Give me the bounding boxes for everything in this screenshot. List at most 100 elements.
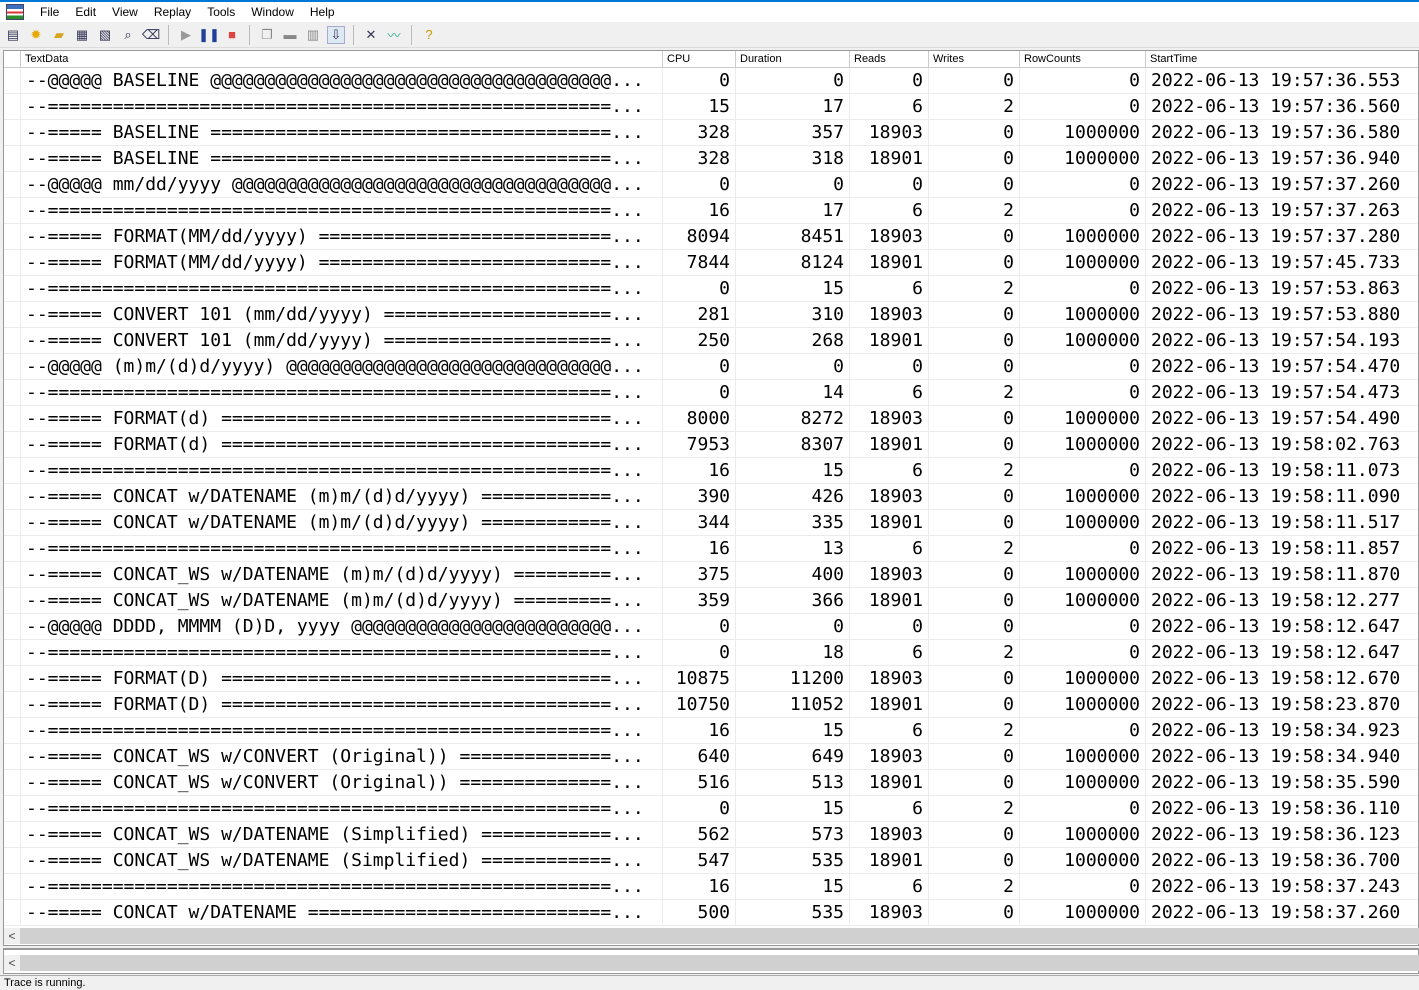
open-folder-icon[interactable]: ▰	[50, 26, 68, 44]
column-header-textdata[interactable]: TextData	[21, 51, 663, 67]
column-header-writes[interactable]: Writes	[929, 51, 1020, 67]
table-row[interactable]: --===== CONVERT 101 (mm/dd/yyyy) =======…	[4, 302, 1418, 328]
table-row[interactable]: --@@@@@ BASELINE @@@@@@@@@@@@@@@@@@@@@@@…	[4, 68, 1418, 94]
row-selector[interactable]	[4, 146, 21, 171]
table-row[interactable]: --@@@@@ DDDD, MMMM (D)D, yyyy @@@@@@@@@@…	[4, 614, 1418, 640]
scroll-left-button[interactable]: <	[4, 928, 20, 944]
activity-monitor-icon[interactable]: ✕	[362, 26, 380, 44]
table-row[interactable]: --===== FORMAT(d) ======================…	[4, 406, 1418, 432]
properties-icon[interactable]: ▧	[96, 26, 114, 44]
table-row[interactable]: --======================================…	[4, 796, 1418, 822]
table-row[interactable]: --===== CONCAT_WS w/DATENAME (m)m/(d)d/y…	[4, 562, 1418, 588]
row-selector[interactable]	[4, 458, 21, 483]
table-row[interactable]: --===== FORMAT(D) ======================…	[4, 666, 1418, 692]
column-header-duration[interactable]: Duration	[736, 51, 850, 67]
row-selector[interactable]	[4, 276, 21, 301]
table-row[interactable]: --===== CONCAT_WS w/DATENAME (Simplified…	[4, 822, 1418, 848]
row-selector[interactable]	[4, 380, 21, 405]
row-selector[interactable]	[4, 900, 21, 925]
row-selector[interactable]	[4, 588, 21, 613]
table-row[interactable]: --===== CONCAT w/DATENAME (m)m/(d)d/yyyy…	[4, 510, 1418, 536]
table-row[interactable]: --@@@@@ mm/dd/yyyy @@@@@@@@@@@@@@@@@@@@@…	[4, 172, 1418, 198]
row-selector[interactable]	[4, 354, 21, 379]
row-selector[interactable]	[4, 68, 21, 93]
row-selector[interactable]	[4, 406, 21, 431]
tile-horizontal-icon[interactable]: ▬	[281, 26, 299, 44]
row-selector[interactable]	[4, 718, 21, 743]
row-selector[interactable]	[4, 822, 21, 847]
open-table-icon[interactable]: ▦	[73, 26, 91, 44]
table-row[interactable]: --===== CONVERT 101 (mm/dd/yyyy) =======…	[4, 328, 1418, 354]
table-row[interactable]: --===== CONCAT_WS w/CONVERT (Original)) …	[4, 744, 1418, 770]
row-selector[interactable]	[4, 666, 21, 691]
detail-horizontal-scrollbar[interactable]: <	[4, 955, 1419, 971]
help-icon[interactable]: ?	[420, 26, 438, 44]
row-selector[interactable]	[4, 640, 21, 665]
menu-edit[interactable]: Edit	[67, 5, 104, 19]
tile-vertical-icon[interactable]: ▥	[304, 26, 322, 44]
row-selector[interactable]	[4, 614, 21, 639]
row-selector[interactable]	[4, 432, 21, 457]
table-row[interactable]: --======================================…	[4, 718, 1418, 744]
menu-replay[interactable]: Replay	[146, 5, 199, 19]
row-selector[interactable]	[4, 302, 21, 327]
table-row[interactable]: --======================================…	[4, 536, 1418, 562]
row-selector[interactable]	[4, 692, 21, 717]
row-selector[interactable]	[4, 770, 21, 795]
menu-view[interactable]: View	[104, 5, 146, 19]
row-selector[interactable]	[4, 328, 21, 353]
scroll-left-button[interactable]: <	[4, 955, 20, 971]
table-row[interactable]: --======================================…	[4, 276, 1418, 302]
row-selector[interactable]	[4, 120, 21, 145]
table-row[interactable]: --======================================…	[4, 380, 1418, 406]
pause-icon[interactable]: ❚❚	[198, 26, 220, 44]
table-row[interactable]: --@@@@@ (m)m/(d)d/yyyy) @@@@@@@@@@@@@@@@…	[4, 354, 1418, 380]
table-row[interactable]: --======================================…	[4, 198, 1418, 224]
table-row[interactable]: --======================================…	[4, 640, 1418, 666]
table-row[interactable]: --======================================…	[4, 94, 1418, 120]
row-selector[interactable]	[4, 510, 21, 535]
table-row[interactable]: --===== CONCAT_WS w/DATENAME (m)m/(d)d/y…	[4, 588, 1418, 614]
row-selector[interactable]	[4, 874, 21, 899]
row-selector[interactable]	[4, 796, 21, 821]
table-row[interactable]: --===== FORMAT(D) ======================…	[4, 692, 1418, 718]
column-header-cpu[interactable]: CPU	[663, 51, 736, 67]
trace-grid[interactable]: TextData CPU Duration Reads Writes RowCo…	[3, 50, 1419, 946]
table-row[interactable]: --===== FORMAT(d) ======================…	[4, 432, 1418, 458]
table-row[interactable]: --===== CONCAT_WS w/CONVERT (Original)) …	[4, 770, 1418, 796]
clear-trace-icon[interactable]: ⌫	[142, 26, 160, 44]
table-row[interactable]: --===== BASELINE =======================…	[4, 146, 1418, 172]
column-header-rowcounts[interactable]: RowCounts	[1020, 51, 1146, 67]
column-header-starttime[interactable]: StartTime	[1146, 51, 1418, 67]
new-template-icon[interactable]: ✹	[27, 26, 45, 44]
row-selector[interactable]	[4, 198, 21, 223]
table-row[interactable]: --===== FORMAT(MM/dd/yyyy) =============…	[4, 224, 1418, 250]
row-selector[interactable]	[4, 536, 21, 561]
performance-monitor-icon[interactable]: 〰	[385, 26, 403, 44]
table-row[interactable]: --===== BASELINE =======================…	[4, 120, 1418, 146]
row-selector[interactable]	[4, 562, 21, 587]
row-selector[interactable]	[4, 224, 21, 249]
find-icon[interactable]: ⌕	[119, 26, 137, 44]
table-row[interactable]: --======================================…	[4, 458, 1418, 484]
menu-help[interactable]: Help	[302, 5, 343, 19]
grid-horizontal-scrollbar[interactable]: <	[4, 928, 1419, 944]
row-selector[interactable]	[4, 484, 21, 509]
auto-scroll-icon[interactable]: ⇩	[327, 25, 345, 44]
table-row[interactable]: --===== CONCAT w/DATENAME (m)m/(d)d/yyyy…	[4, 484, 1418, 510]
column-header-reads[interactable]: Reads	[850, 51, 929, 67]
row-selector[interactable]	[4, 250, 21, 275]
menu-tools[interactable]: Tools	[199, 5, 243, 19]
row-selector[interactable]	[4, 172, 21, 197]
stop-icon[interactable]: ■	[223, 26, 241, 44]
menu-file[interactable]: File	[32, 5, 67, 19]
row-selector[interactable]	[4, 94, 21, 119]
run-icon[interactable]: ▶	[177, 26, 195, 44]
row-selector[interactable]	[4, 744, 21, 769]
table-row[interactable]: --======================================…	[4, 874, 1418, 900]
table-row[interactable]: --===== CONCAT_WS w/DATENAME (Simplified…	[4, 848, 1418, 874]
new-trace-icon[interactable]: ▤	[4, 26, 22, 44]
table-row[interactable]: --===== CONCAT w/DATENAME ==============…	[4, 900, 1418, 926]
row-selector[interactable]	[4, 848, 21, 873]
table-row[interactable]: --===== FORMAT(MM/dd/yyyy) =============…	[4, 250, 1418, 276]
